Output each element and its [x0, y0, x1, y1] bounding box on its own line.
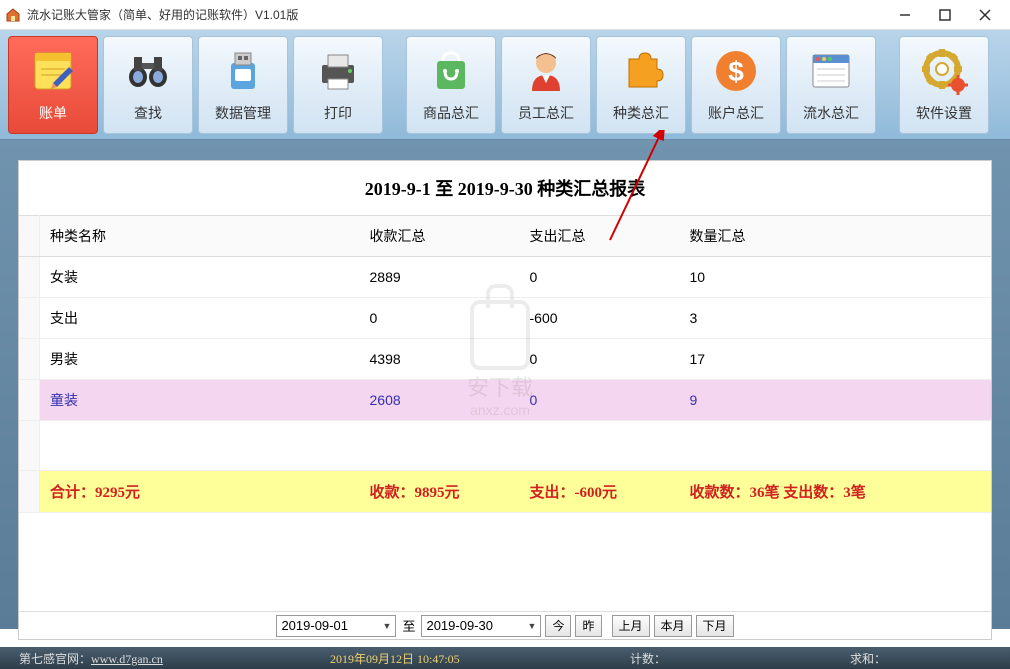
toolbar-label: 打印	[324, 103, 352, 123]
table-header-row: 种类名称 收款汇总 支出汇总 数量汇总	[19, 216, 991, 257]
today-button[interactable]: 今	[545, 615, 571, 637]
toolbar-label: 数据管理	[215, 103, 271, 123]
puzzle-icon	[617, 47, 665, 95]
toolbar-label: 种类总汇	[613, 103, 669, 123]
notepad-icon	[29, 47, 77, 95]
minimize-button[interactable]	[885, 1, 925, 29]
toolbar-btn-print[interactable]: 打印	[293, 36, 383, 134]
table-row[interactable]: 女装2889010	[19, 257, 991, 298]
toolbar-label: 软件设置	[916, 103, 972, 123]
statusbar: 第七感官网：www.d7gan.cn 2019年09月12日 10:47:05 …	[0, 647, 1010, 669]
date-bar: 2019-09-01▼ 至 2019-09-30▼ 今 昨 上月 本月 下月	[19, 611, 991, 639]
content-area: 2019-9-1 至 2019-9-30 种类汇总报表 种类名称 收款汇总 支出…	[0, 140, 1010, 629]
col-qty[interactable]: 数量汇总	[680, 216, 992, 257]
status-datetime: 2019年09月12日 10:47:05	[330, 650, 630, 667]
printer-icon	[314, 47, 362, 95]
gear-icon	[920, 47, 968, 95]
status-sum: 求和：	[850, 650, 1000, 667]
toolbar-label: 员工总汇	[518, 103, 574, 123]
chevron-down-icon: ▼	[383, 621, 392, 631]
toolbar-btn-search[interactable]: 查找	[103, 36, 193, 134]
total-in: 收款：9895元	[360, 471, 520, 513]
toolbar-btn-bill[interactable]: 账单	[8, 36, 98, 134]
usb-icon	[219, 47, 267, 95]
shopping-bag-icon	[427, 47, 475, 95]
toolbar-label: 账户总汇	[708, 103, 764, 123]
main-toolbar: 账单 查找 数据管理 打印 商品总汇 员工总汇 种类总汇	[0, 30, 1010, 140]
close-button[interactable]	[965, 1, 1005, 29]
table-row[interactable]: 支出0-6003	[19, 298, 991, 339]
table-row[interactable]: 男装4398017	[19, 339, 991, 380]
yesterday-button[interactable]: 昨	[575, 615, 601, 637]
dollar-icon: $	[712, 47, 760, 95]
svg-text:$: $	[728, 56, 744, 87]
totals-row: 合计：9295元 收款：9895元 支出：-600元 收款数：36笔 支出数：3…	[19, 471, 991, 513]
status-count: 计数：	[630, 650, 850, 667]
toolbar-btn-account[interactable]: $ 账户总汇	[691, 36, 781, 134]
toolbar-label: 商品总汇	[423, 103, 479, 123]
total-sum: 合计：9295元	[40, 471, 360, 513]
date-from-input[interactable]: 2019-09-01▼	[276, 615, 396, 637]
toolbar-btn-settings[interactable]: 软件设置	[899, 36, 989, 134]
col-name[interactable]: 种类名称	[40, 216, 360, 257]
chevron-down-icon: ▼	[528, 621, 537, 631]
person-icon	[522, 47, 570, 95]
report-table: 种类名称 收款汇总 支出汇总 数量汇总 女装2889010支出0-6003男装4…	[19, 215, 991, 513]
toolbar-btn-flow[interactable]: 流水总汇	[786, 36, 876, 134]
date-to-input[interactable]: 2019-09-30▼	[421, 615, 541, 637]
toolbar-btn-goods[interactable]: 商品总汇	[406, 36, 496, 134]
gutter-header	[19, 216, 40, 257]
window-icon	[807, 47, 855, 95]
toolbar-btn-data[interactable]: 数据管理	[198, 36, 288, 134]
report-panel: 2019-9-1 至 2019-9-30 种类汇总报表 种类名称 收款汇总 支出…	[18, 160, 992, 640]
titlebar: 流水记账大管家（简单、好用的记账软件）V1.01版	[0, 0, 1010, 30]
col-in[interactable]: 收款汇总	[360, 216, 520, 257]
window-title: 流水记账大管家（简单、好用的记账软件）V1.01版	[27, 6, 885, 23]
maximize-button[interactable]	[925, 1, 965, 29]
report-title: 2019-9-1 至 2019-9-30 种类汇总报表	[19, 161, 991, 215]
table-row[interactable]: 童装260809	[19, 380, 991, 421]
status-site: 第七感官网：www.d7gan.cn	[10, 650, 330, 667]
date-separator: 至	[402, 616, 415, 635]
app-icon	[5, 7, 21, 23]
total-out: 支出：-600元	[520, 471, 680, 513]
next-month-button[interactable]: 下月	[696, 615, 734, 637]
binoculars-icon	[124, 47, 172, 95]
col-out[interactable]: 支出汇总	[520, 216, 680, 257]
toolbar-btn-category[interactable]: 种类总汇	[596, 36, 686, 134]
toolbar-label: 账单	[39, 103, 67, 123]
total-qty: 收款数：36笔 支出数：3笔	[680, 471, 992, 513]
toolbar-btn-staff[interactable]: 员工总汇	[501, 36, 591, 134]
toolbar-label: 查找	[134, 103, 162, 123]
last-month-button[interactable]: 上月	[612, 615, 650, 637]
toolbar-label: 流水总汇	[803, 103, 859, 123]
this-month-button[interactable]: 本月	[654, 615, 692, 637]
